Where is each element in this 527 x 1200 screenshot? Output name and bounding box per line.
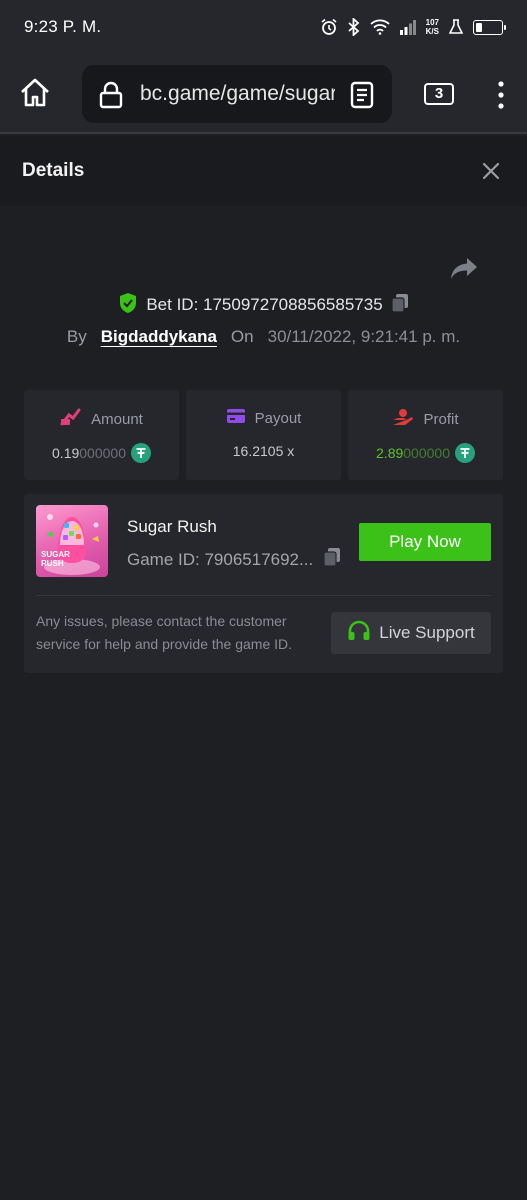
thumb-title-1: SUGAR	[41, 550, 70, 559]
game-thumbnail[interactable]: SUGAR RUSH	[36, 505, 108, 577]
status-icons: 107 K/S	[320, 18, 506, 36]
bet-date: 30/11/2022, 9:21:41 p. m.	[267, 327, 461, 346]
more-menu-icon[interactable]	[494, 80, 508, 110]
status-bar: 9:23 P. M. 107 K/S	[0, 0, 527, 54]
signal-icon	[399, 19, 416, 35]
divider	[36, 595, 491, 596]
game-id-row: Game ID: 7906517692...	[127, 547, 341, 572]
battery-icon	[473, 19, 506, 35]
amount-label: Amount	[91, 411, 143, 428]
amount-value-zeros: 000000	[79, 445, 126, 461]
profit-label: Profit	[423, 411, 459, 428]
by-label: By	[66, 327, 87, 346]
game-name[interactable]: Sugar Rush	[127, 517, 217, 537]
copy-icon[interactable]	[391, 293, 409, 318]
wifi-icon	[370, 19, 390, 35]
tether-icon	[454, 443, 475, 463]
status-time: 9:23 P. M.	[24, 17, 102, 36]
profit-value: 2.89	[376, 445, 404, 461]
live-support-label: Live Support	[379, 623, 475, 642]
play-now-button[interactable]: Play Now	[359, 523, 491, 561]
home-button[interactable]	[18, 76, 52, 110]
payout-icon	[226, 408, 246, 429]
game-card: SUGAR RUSH Sugar Rush Game ID: 790651769…	[24, 494, 503, 673]
copy-icon[interactable]	[323, 547, 341, 572]
url-text[interactable]: bc.game/game/sugar-rush	[140, 82, 335, 108]
net-speed-value: 107	[425, 18, 439, 27]
alarm-icon	[320, 18, 338, 36]
amount-value: 0.19	[52, 445, 80, 461]
flask-icon	[449, 19, 463, 35]
verified-shield-icon	[118, 292, 138, 319]
payout-label: Payout	[254, 410, 302, 427]
username-link[interactable]: Bigdaddykana	[101, 327, 217, 347]
page-title: Details	[22, 160, 85, 181]
profit-card: Profit 2.89000000	[348, 390, 503, 480]
lock-icon[interactable]	[98, 81, 124, 114]
share-icon[interactable]	[450, 256, 478, 282]
network-speed: 107 K/S	[426, 18, 439, 36]
amount-icon	[60, 408, 82, 431]
reader-mode-icon[interactable]	[350, 81, 374, 114]
close-icon[interactable]	[480, 160, 502, 182]
address-bar[interactable]: bc.game/game/sugar-rush	[82, 65, 392, 123]
bet-meta-row: By Bigdaddykana On 30/11/2022, 9:21:41 p…	[0, 325, 527, 349]
support-note: Any issues, please contact the customer …	[36, 613, 293, 652]
net-speed-unit: K/S	[425, 27, 439, 36]
thumb-title-2: RUSH	[41, 559, 64, 568]
bet-stats: Amount 0.19000000 Payout 16.2105 x Profi…	[24, 390, 503, 480]
payout-card: Payout 16.2105 x	[186, 390, 341, 480]
live-support-button[interactable]: Live Support	[331, 612, 491, 654]
amount-card: Amount 0.19000000	[24, 390, 179, 480]
profit-icon	[392, 408, 414, 431]
on-label: On	[230, 327, 254, 346]
bet-id-row: Bet ID: 1750972708856585735	[0, 292, 527, 318]
details-header: Details	[0, 136, 527, 206]
game-id: Game ID: 7906517692...	[127, 549, 314, 569]
payout-value: 16.2105 x	[232, 443, 295, 459]
tab-switcher-button[interactable]: 3	[424, 83, 454, 105]
bet-id: Bet ID: 1750972708856585735	[146, 295, 383, 314]
browser-toolbar: bc.game/game/sugar-rush 3	[0, 54, 527, 134]
bluetooth-icon	[348, 18, 360, 36]
tether-icon	[130, 443, 151, 463]
profit-value-zeros: 000000	[403, 445, 450, 461]
headset-icon	[347, 620, 371, 647]
